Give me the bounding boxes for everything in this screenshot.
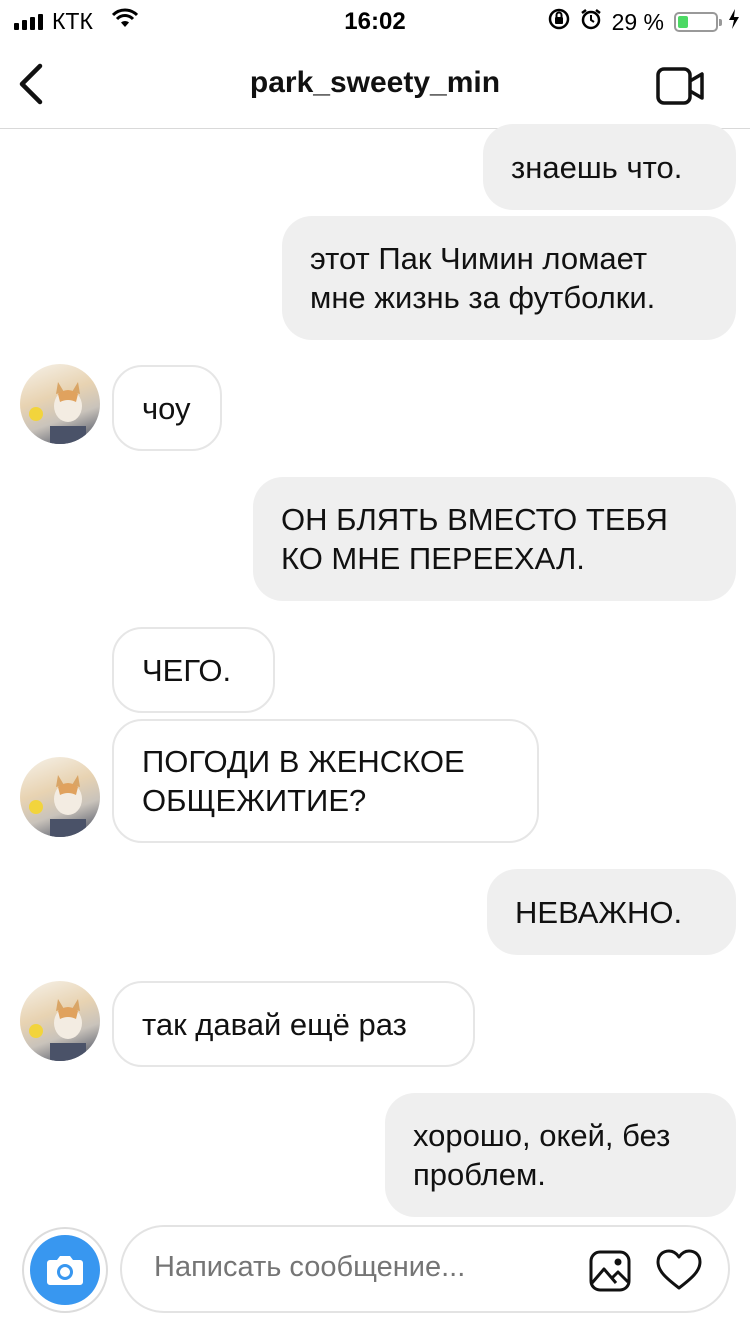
message-text: ПОГОДИ В ЖЕНСКОЕ ОБЩЕЖИТИЕ? — [142, 744, 465, 818]
charging-icon — [728, 8, 740, 36]
alarm-icon — [580, 8, 602, 36]
message-text: этот Пак Чимин ломает мне жизнь за футбо… — [310, 241, 656, 315]
message-text: хорошо, окей, без проблем. — [413, 1118, 671, 1192]
message-text: чоу — [142, 390, 191, 426]
message-bubble-incoming[interactable]: так давай ещё раз — [112, 981, 475, 1067]
message-text: ОН БЛЯТЬ ВМЕСТО ТЕБЯ КО МНЕ ПЕРЕЕХАЛ. — [281, 502, 668, 576]
message-bubble-incoming[interactable]: чоу — [112, 365, 222, 451]
heart-icon — [656, 1249, 702, 1290]
camera-button-fill — [30, 1235, 100, 1305]
avatar[interactable] — [20, 981, 100, 1061]
message-input[interactable] — [154, 1251, 574, 1284]
message-bubble-incoming[interactable]: ПОГОДИ В ЖЕНСКОЕ ОБЩЕЖИТИЕ? — [112, 719, 539, 843]
cat-avatar-icon — [29, 382, 86, 444]
video-call-button[interactable] — [656, 66, 706, 106]
cat-avatar-icon — [29, 999, 86, 1061]
message-text: знаешь что. — [511, 149, 683, 185]
camera-icon — [47, 1256, 83, 1285]
like-button[interactable] — [656, 1249, 702, 1291]
message-text: НЕВАЖНО. — [515, 894, 683, 930]
message-bubble-outgoing[interactable]: НЕВАЖНО. — [487, 869, 736, 955]
orientation-lock-icon — [548, 8, 570, 36]
message-bubble-incoming[interactable]: ЧЕГО. — [112, 627, 275, 713]
chat-header: park_sweety_min — [0, 40, 750, 129]
message-bubble-outgoing[interactable]: этот Пак Чимин ломает мне жизнь за футбо… — [282, 216, 736, 340]
camera-button[interactable] — [22, 1227, 108, 1313]
avatar[interactable] — [20, 757, 100, 837]
battery-icon — [674, 12, 722, 32]
message-composer — [120, 1225, 730, 1313]
cat-avatar-icon — [29, 775, 86, 837]
message-bubble-outgoing[interactable]: хорошо, окей, без проблем. — [385, 1093, 736, 1217]
message-text: так давай ещё раз — [142, 1006, 407, 1042]
gallery-button[interactable] — [588, 1249, 632, 1293]
chat-title[interactable]: park_sweety_min — [0, 66, 750, 100]
message-bubble-outgoing[interactable]: ОН БЛЯТЬ ВМЕСТО ТЕБЯ КО МНЕ ПЕРЕЕХАЛ. — [253, 477, 736, 601]
video-camera-icon — [656, 67, 704, 105]
status-bar: КТК 16:02 29 % — [0, 0, 750, 40]
message-text: ЧЕГО. — [142, 652, 232, 688]
battery-percent: 29 % — [611, 8, 664, 35]
avatar[interactable] — [20, 364, 100, 444]
image-icon — [589, 1250, 631, 1292]
message-bubble-outgoing[interactable]: знаешь что. — [483, 124, 736, 210]
